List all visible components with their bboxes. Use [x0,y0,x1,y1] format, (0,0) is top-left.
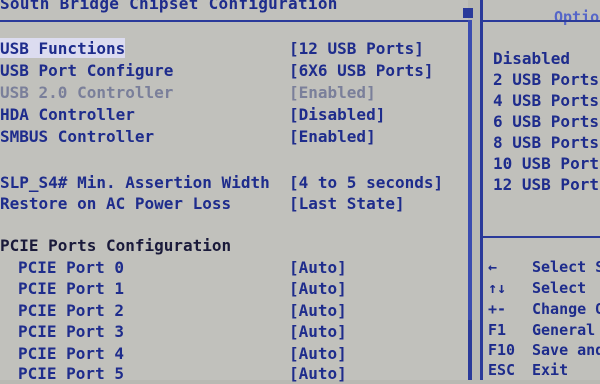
options-divider [480,20,600,22]
pcie-port-label: PCIE Port 0 [18,258,124,277]
pcie-port-row[interactable]: PCIE Port 4 [Auto] [0,344,468,364]
setting-label: USB 2.0 Controller [0,83,174,102]
settings-panel: South Bridge Chipset Configuration USB F… [0,0,468,383]
pcie-port-row[interactable]: PCIE Port 3 [Auto] [0,322,468,342]
setting-value[interactable]: [12 USB Ports] [289,39,424,58]
title-divider [0,20,468,22]
setting-label: Restore on AC Power Loss [0,194,232,213]
setting-row-usb2-controller: USB 2.0 Controller [Enabled] [0,83,468,103]
help-key: +- [488,300,507,318]
option-item[interactable]: 8 USB Ports [493,133,599,152]
help-action: Select [532,279,587,297]
pcie-port-row[interactable]: PCIE Port 2 [Auto] [0,301,468,321]
help-action: Change Op [532,300,600,318]
setting-row-usb-port-configure[interactable]: USB Port Configure [6X6 USB Ports] [0,61,468,81]
setting-label: USB Functions [0,39,126,58]
setting-label: USB Port Configure [0,61,174,80]
pcie-port-label: PCIE Port 3 [18,322,124,341]
setting-label: SLP_S4# Min. Assertion Width [0,173,270,192]
scrollbar-thumb[interactable] [468,20,472,320]
option-item[interactable]: Disabled [493,49,570,68]
option-item[interactable]: 4 USB Ports [493,91,599,110]
setting-row-smbus-controller[interactable]: SMBUS Controller [Enabled] [0,127,468,147]
help-key: F1 [488,321,507,339]
setting-row-usb-functions[interactable]: USB Functions [12 USB Ports] [0,38,468,59]
help-key: F10 [488,341,516,359]
help-key: ESC [488,361,516,379]
pcie-port-label: PCIE Port 1 [18,279,124,298]
setting-row-hda-controller[interactable]: HDA Controller [Disabled] [0,105,468,125]
pcie-port-row[interactable]: PCIE Port 1 [Auto] [0,279,468,299]
pcie-port-value[interactable]: [Auto] [289,364,347,383]
setting-value[interactable]: [6X6 USB Ports] [289,61,434,80]
option-item[interactable]: 6 USB Ports [493,112,599,131]
help-action: Exit [532,361,569,379]
setting-value[interactable]: [4 to 5 seconds] [289,173,443,192]
page-title: South Bridge Chipset Configuration [0,0,338,13]
pcie-port-label: PCIE Port 4 [18,344,124,363]
pcie-port-value[interactable]: [Auto] [289,344,347,363]
help-key: ↑↓ [488,279,507,297]
help-action: General [532,321,596,339]
section-heading: PCIE Ports Configuration [0,236,232,255]
pcie-section-heading-row: PCIE Ports Configuration [0,236,468,256]
pcie-port-value[interactable]: [Auto] [289,258,347,277]
setting-label: SMBUS Controller [0,127,155,146]
pcie-port-value[interactable]: [Auto] [289,322,347,341]
scrollbar[interactable] [468,20,472,380]
scroll-up-arrow[interactable] [463,8,473,18]
pcie-port-value[interactable]: [Auto] [289,301,347,320]
setting-value[interactable]: [Enabled] [289,127,376,146]
setting-value[interactable]: [Disabled] [289,105,385,124]
pcie-port-value[interactable]: [Auto] [289,279,347,298]
help-key: ← [488,258,498,276]
pcie-port-label: PCIE Port 5 [18,364,124,383]
help-divider [480,236,600,238]
setting-row-restore-ac[interactable]: Restore on AC Power Loss [Last State] [0,194,468,214]
options-title: Options [554,8,600,26]
pcie-port-row[interactable]: PCIE Port 0 [Auto] [0,258,468,278]
setting-row-slp-s4[interactable]: SLP_S4# Min. Assertion Width [4 to 5 sec… [0,173,468,193]
option-item[interactable]: 12 USB Ports [493,175,600,194]
setting-value: [Enabled] [289,83,376,102]
setting-value[interactable]: [Last State] [289,194,405,213]
options-panel: Options Disabled 2 USB Ports 4 USB Ports… [480,0,600,380]
option-item[interactable]: 2 USB Ports [493,70,599,89]
panel-border [480,0,483,380]
pcie-port-row[interactable]: PCIE Port 5 [Auto] [0,364,468,384]
help-action: Select Sc [532,258,600,276]
pcie-port-label: PCIE Port 2 [18,301,124,320]
setting-label: HDA Controller [0,105,135,124]
option-item[interactable]: 10 USB Ports [493,154,600,173]
help-action: Save and [532,341,600,359]
